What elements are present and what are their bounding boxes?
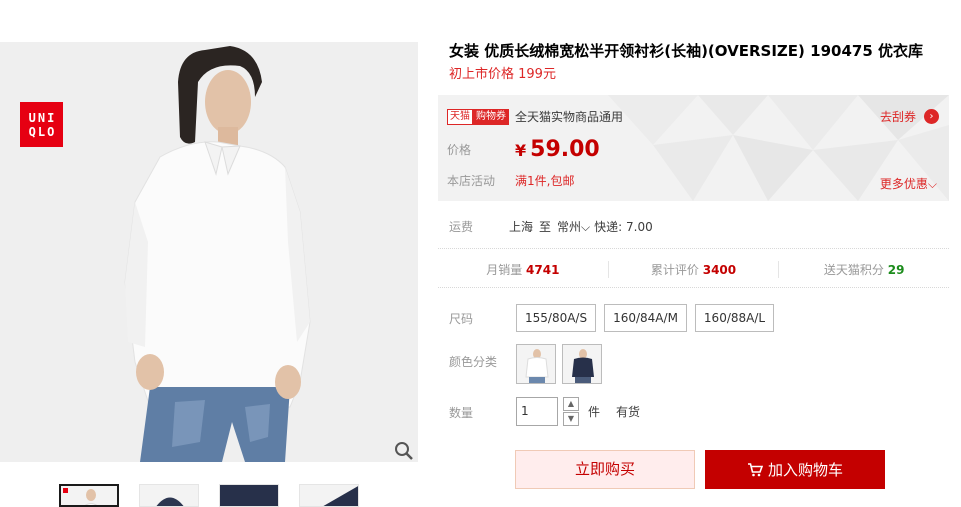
coupon-badge: 购物券 bbox=[473, 108, 509, 125]
activity-row: 本店活动 满1件,包邮 bbox=[447, 172, 574, 189]
color-option-navy[interactable] bbox=[562, 344, 602, 384]
decrease-button[interactable]: ▼ bbox=[563, 412, 579, 426]
chevron-down-icon: ⌵ bbox=[927, 177, 937, 191]
get-coupon-link[interactable]: 去刮券 › bbox=[880, 108, 939, 125]
color-label: 颜色分类 bbox=[449, 355, 498, 369]
shipping-row: 运费 上海 至 常州⌵ 快递: 7.00 bbox=[449, 218, 653, 235]
main-product-image[interactable]: UNI QLO bbox=[0, 42, 418, 462]
thumbnail-strip bbox=[59, 484, 359, 507]
quantity-unit: 件 bbox=[588, 405, 601, 419]
thumbnail-2[interactable] bbox=[139, 484, 199, 507]
points-label: 送天猫积分 bbox=[823, 262, 884, 277]
size-option-s[interactable]: 155/80A/S bbox=[516, 304, 597, 332]
size-option-m[interactable]: 160/84A/M bbox=[604, 304, 687, 332]
color-option-white[interactable] bbox=[516, 344, 556, 384]
chevron-right-icon: › bbox=[924, 109, 939, 124]
size-option-l[interactable]: 160/88A/L bbox=[694, 304, 775, 332]
shipping-label: 运费 bbox=[449, 220, 474, 234]
quantity-input[interactable]: 1 bbox=[516, 397, 558, 426]
ship-from: 上海 bbox=[509, 220, 534, 234]
buy-now-button[interactable]: 立即购买 bbox=[515, 450, 695, 489]
divider bbox=[438, 248, 949, 249]
size-label: 尺码 bbox=[449, 312, 474, 326]
review-count[interactable]: 累计评价 3400 bbox=[607, 260, 779, 278]
activity-value: 满1件,包邮 bbox=[515, 174, 575, 188]
thumbnail-4[interactable] bbox=[299, 484, 359, 507]
ship-destination: 常州 bbox=[557, 220, 582, 234]
price-value: ¥ 59.00 bbox=[515, 137, 600, 162]
color-options bbox=[516, 344, 602, 384]
more-deals-link[interactable]: 更多优惠⌵ bbox=[880, 175, 937, 192]
activity-label: 本店活动 bbox=[447, 174, 496, 188]
thumbnail-3[interactable] bbox=[219, 484, 279, 507]
logo-line-1: UNI bbox=[28, 110, 57, 125]
ship-destination-select[interactable]: 常州⌵ bbox=[557, 218, 590, 235]
add-to-cart-label: 加入购物车 bbox=[767, 461, 843, 479]
promo-panel: 天猫 购物券 全天猫实物商品通用 去刮券 › 价格 ¥ 59.00 本店活动 满… bbox=[438, 95, 949, 201]
monthly-sales: 月销量 4741 bbox=[438, 261, 608, 278]
price-label: 价格 bbox=[447, 143, 472, 157]
more-deals-label: 更多优惠 bbox=[879, 177, 928, 191]
coupon-description: 全天猫实物商品通用 bbox=[515, 110, 624, 124]
cart-icon bbox=[747, 462, 763, 476]
review-value: 3400 bbox=[702, 262, 737, 277]
product-title: 女装 优质长绒棉宽松半开领衬衫(长袖)(OVERSIZE) 190475 优衣库 bbox=[449, 42, 923, 60]
coupon-row: 天猫 购物券 全天猫实物商品通用 bbox=[447, 108, 623, 125]
divider bbox=[438, 287, 949, 288]
points-value: 29 bbox=[887, 262, 905, 277]
shipping-fee: 快递: 7.00 bbox=[594, 220, 653, 234]
tmall-badge: 天猫 bbox=[447, 108, 473, 125]
review-label: 累计评价 bbox=[650, 262, 699, 277]
quantity-label: 数量 bbox=[449, 406, 474, 420]
zoom-icon[interactable] bbox=[393, 440, 415, 462]
tmall-points: 送天猫积分 29 bbox=[778, 260, 949, 278]
price-amount: 59.00 bbox=[530, 137, 600, 162]
chevron-down-icon: ⌵ bbox=[581, 220, 591, 234]
currency-symbol: ¥ bbox=[515, 141, 527, 160]
logo-line-2: QLO bbox=[28, 124, 57, 139]
stock-status: 有货 bbox=[616, 405, 641, 419]
increase-button[interactable]: ▲ bbox=[563, 397, 579, 411]
price-row: 价格 ¥ 59.00 bbox=[447, 137, 600, 162]
thumbnail-1[interactable] bbox=[59, 484, 119, 507]
monthly-sales-value: 4741 bbox=[526, 262, 560, 277]
size-options: 155/80A/S 160/84A/M 160/88A/L bbox=[516, 304, 775, 332]
ship-to-word: 至 bbox=[539, 220, 552, 234]
quantity-stepper: 1 ▲ ▼ 件 有货 bbox=[516, 397, 640, 426]
uniqlo-logo: UNI QLO bbox=[20, 102, 63, 147]
stepper-buttons: ▲ ▼ bbox=[563, 397, 579, 426]
stats-row: 月销量 4741 累计评价 3400 送天猫积分 29 bbox=[438, 258, 949, 280]
monthly-sales-label: 月销量 bbox=[486, 262, 523, 277]
get-coupon-label: 去刮券 bbox=[879, 110, 916, 124]
add-to-cart-button[interactable]: 加入购物车 bbox=[705, 450, 885, 489]
initial-price-note: 初上市价格 199元 bbox=[449, 67, 556, 82]
